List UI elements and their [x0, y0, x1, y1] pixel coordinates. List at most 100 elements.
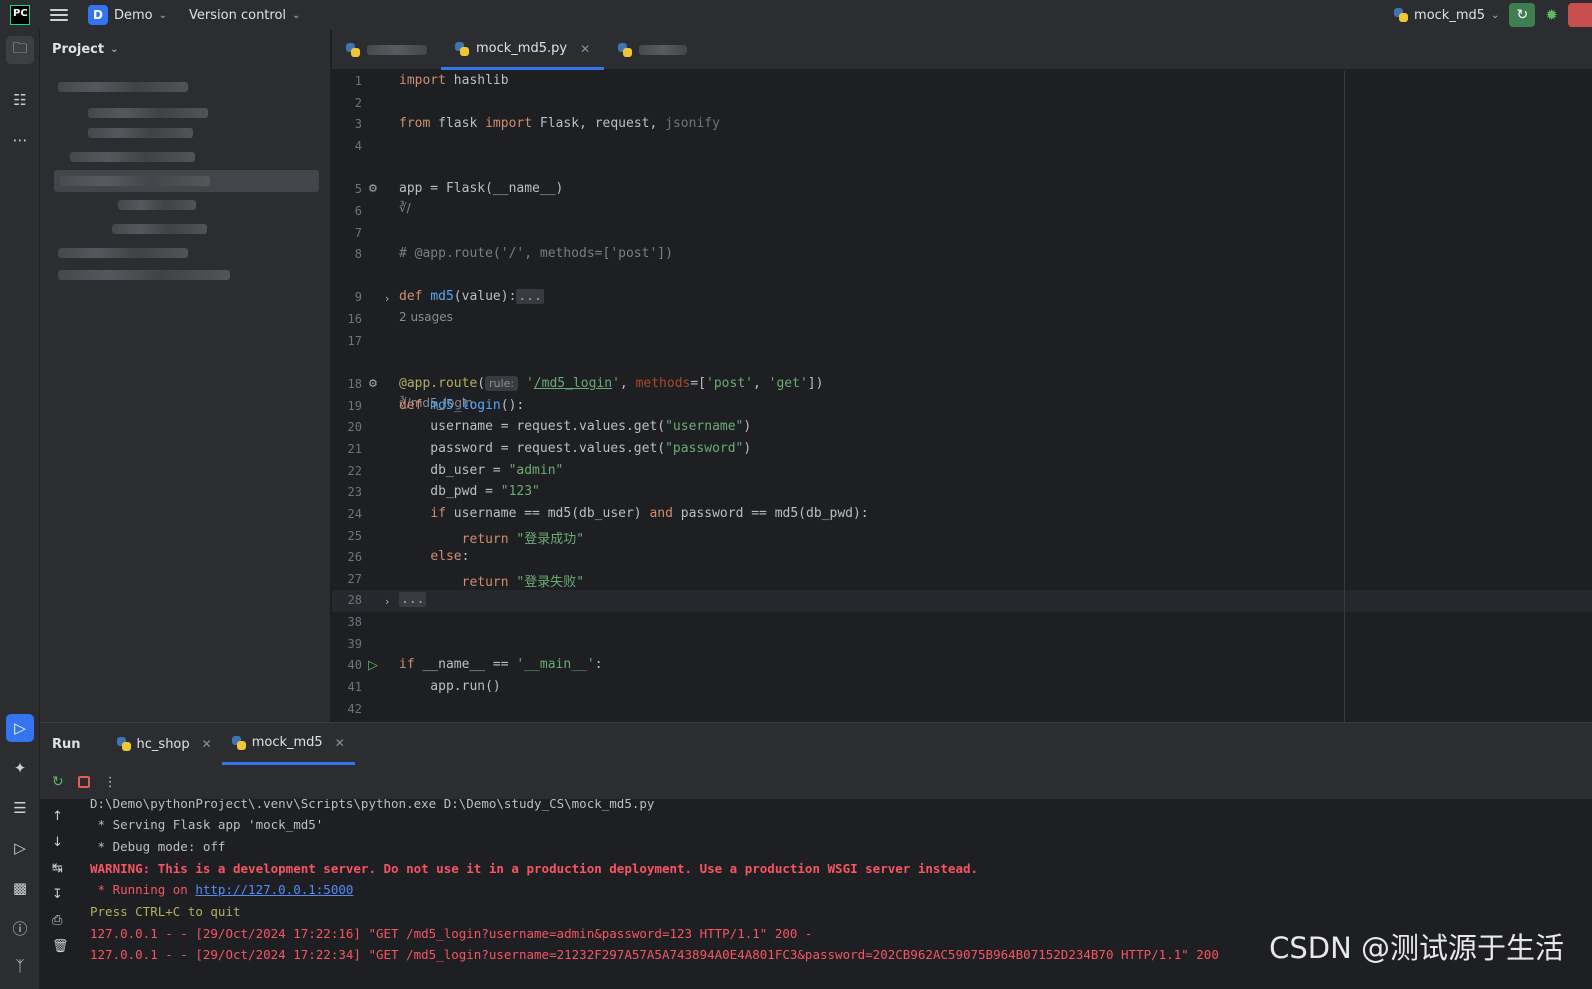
pycharm-logo-icon[interactable]: PC — [10, 5, 30, 25]
code-line[interactable]: ... — [399, 592, 427, 607]
editor-tab-blurred[interactable] — [604, 30, 701, 70]
code-line[interactable]: db_user = "admin" — [399, 463, 563, 478]
stop-button[interactable] — [1568, 3, 1592, 27]
run-tool-icon[interactable]: ▷ — [6, 714, 34, 742]
tree-row-blurred[interactable] — [88, 108, 208, 118]
close-icon[interactable]: ✕ — [202, 737, 212, 751]
tree-row-blurred[interactable] — [112, 224, 207, 234]
editor-tab-blurred[interactable] — [332, 30, 441, 70]
console-line: D:\Demo\pythonProject\.venv\Scripts\pyth… — [90, 799, 655, 811]
tree-row-blurred[interactable] — [70, 152, 195, 162]
tree-row-blurred[interactable] — [118, 200, 196, 210]
code-line[interactable]: db_pwd = "123" — [399, 484, 540, 499]
project-panel-header[interactable]: Project ⌄ — [52, 42, 118, 57]
more-tools-icon[interactable]: ⋯ — [6, 126, 34, 154]
services-icon[interactable]: ▷ — [6, 834, 34, 862]
code-line[interactable]: from flask import Flask, request, jsonif… — [399, 116, 720, 131]
tree-row-blurred[interactable] — [60, 176, 210, 186]
close-icon[interactable]: ✕ — [335, 736, 345, 750]
tree-row-blurred[interactable] — [58, 82, 188, 92]
code-line[interactable]: def md5(value):... — [399, 289, 544, 304]
server-url-link[interactable]: http://127.0.0.1:5000 — [195, 882, 353, 897]
route-gear-icon[interactable]: ⚙ — [368, 377, 378, 390]
tab-mock-md5[interactable]: mock_md5.py ✕ — [441, 30, 605, 70]
line-number: 3 — [354, 117, 362, 131]
line-number: 2 — [354, 96, 362, 110]
rerun-button[interactable]: ↻ — [1509, 3, 1536, 27]
terminal-icon[interactable]: ▩ — [6, 874, 34, 902]
print-icon[interactable]: ⎙ — [52, 913, 62, 928]
line-number: 41 — [347, 680, 362, 694]
layers-icon[interactable]: ☰ — [6, 794, 34, 822]
code-line[interactable]: if __name__ == '__main__': — [399, 657, 603, 672]
run-tab-hc-shop[interactable]: hc_shop ✕ — [107, 723, 222, 765]
code-line[interactable]: def md5_login(): — [399, 398, 524, 413]
line-number: 28 — [347, 593, 362, 607]
run-gutter-icon[interactable]: ▷ — [368, 658, 378, 673]
more-options-icon[interactable]: ⋮ — [104, 775, 117, 790]
tab-label: mock_md5.py — [476, 41, 568, 56]
debug-icon[interactable]: ✹ — [1545, 6, 1558, 24]
scroll-to-end-icon[interactable]: ↧ — [52, 887, 63, 902]
close-icon[interactable]: ✕ — [580, 42, 590, 56]
run-config-selector[interactable]: mock_md5 ⌄ — [1394, 8, 1499, 23]
line-number: 26 — [347, 550, 362, 564]
structure-icon[interactable]: ☷ — [6, 86, 34, 114]
git-icon[interactable]: ᛉ — [6, 952, 34, 980]
code-line[interactable]: return "登录失败" — [399, 571, 584, 590]
line-number: 27 — [347, 572, 362, 586]
tree-row-blurred[interactable] — [58, 248, 188, 258]
line-number: 39 — [347, 637, 362, 651]
code-line[interactable]: app = Flask(__name__) — [399, 181, 563, 196]
main-menu-icon[interactable] — [50, 9, 68, 21]
code-line[interactable]: # @app.route('/', methods=['post']) — [399, 246, 673, 261]
python-icon — [116, 737, 131, 751]
stop-icon[interactable] — [77, 776, 90, 788]
python-icon — [231, 735, 246, 750]
python-icon — [1394, 8, 1409, 22]
scroll-down-icon[interactable]: ↓ — [52, 835, 63, 850]
python-icon — [346, 43, 360, 57]
rerun-icon[interactable]: ↻ — [52, 774, 64, 790]
usages-hint[interactable]: 2 usages — [399, 310, 453, 324]
python-console-icon[interactable]: ✦ — [6, 754, 34, 782]
code-line[interactable]: username = request.values.get("username"… — [399, 419, 751, 434]
version-control-menu[interactable]: Version control ⌄ — [189, 8, 300, 23]
line-number: 5 — [354, 182, 362, 196]
run-side-toolbar: ↑ ↓ ↹ ↧ ⎙ 🗑 — [40, 799, 80, 989]
tab-label-blurred — [639, 45, 688, 55]
code-line[interactable]: password = request.values.get("password"… — [399, 441, 751, 456]
trash-icon[interactable]: 🗑 — [52, 939, 69, 954]
code-line[interactable]: app.run() — [399, 679, 500, 694]
tree-row-blurred[interactable] — [58, 270, 230, 280]
line-number: 23 — [347, 485, 362, 499]
project-folder-icon[interactable]: 🗀 — [6, 36, 34, 64]
console-warning-line: WARNING: This is a development server. D… — [90, 861, 979, 876]
line-number: 8 — [354, 247, 362, 261]
soft-wrap-icon[interactable]: ↹ — [52, 861, 63, 876]
python-icon — [455, 41, 469, 56]
project-selector[interactable]: D Demo ⌄ — [88, 5, 167, 25]
run-tab-mock-md5[interactable]: mock_md5 ✕ — [221, 723, 355, 765]
route-gear-icon[interactable]: ⚙ — [368, 182, 378, 195]
code-editor: mock_md5.py ✕ 1 2 3 4 5 6 7 8 9 16 17 18 19 20 21 22 23 2… — [332, 30, 1592, 722]
console-line: Press CTRL+C to quit — [90, 904, 241, 919]
code-area[interactable]: ∛/ 2 usages ∛/md5_login import hashlib fr… — [398, 71, 1592, 722]
console-log-line: 127.0.0.1 - - [29/Oct/2024 17:22:34] "GE… — [90, 947, 1219, 962]
problems-icon[interactable]: ⓘ — [6, 914, 34, 942]
scroll-up-icon[interactable]: ↑ — [52, 809, 63, 824]
code-line[interactable]: return "登录成功" — [399, 528, 584, 547]
tree-row-blurred[interactable] — [88, 128, 193, 138]
code-line[interactable]: if username == md5(db_user) and password… — [399, 506, 868, 521]
endpoint-hint[interactable]: ∛/ — [399, 201, 411, 215]
fold-chevron-icon[interactable]: › — [385, 595, 389, 608]
share-icon: ∛ — [399, 201, 407, 215]
code-line[interactable]: @app.route(rule: '/md5_login', methods=[… — [399, 376, 823, 391]
chevron-down-icon: ⌄ — [110, 44, 119, 55]
endpoint-hint-text: / — [406, 201, 411, 215]
line-number: 25 — [347, 529, 362, 543]
code-line[interactable]: import hashlib — [399, 73, 509, 88]
code-line[interactable]: else: — [399, 549, 469, 564]
fold-chevron-icon[interactable]: › — [385, 292, 389, 305]
line-number: 18 — [347, 377, 362, 391]
